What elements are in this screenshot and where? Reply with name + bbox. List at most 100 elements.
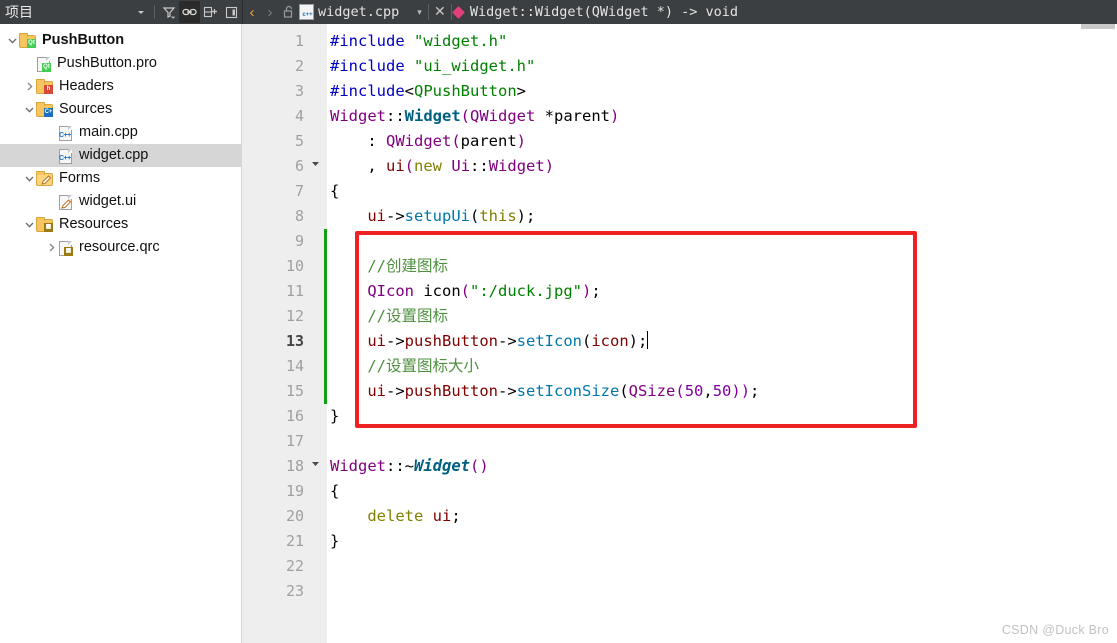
code-line[interactable]: 14 //设置图标大小 [242,354,1117,379]
nav-back-icon[interactable]: ‹ [243,0,261,24]
code-line[interactable]: 20 delete ui; [242,504,1117,529]
code-text: #include<QPushButton> [330,82,526,100]
fold-triangle-icon[interactable] [308,154,322,179]
cpp-file-icon [299,4,315,20]
tree-item-label: Headers [59,78,114,94]
chevron-down-icon[interactable] [130,1,151,23]
code-text: : QWidget(parent) [330,132,527,150]
line-number: 10 [285,257,304,275]
tree-item-pushbutton[interactable]: Qt PushButton [0,29,241,52]
code-text: delete ui; [367,507,461,525]
tree-item-resources[interactable]: ▦ Resources [0,213,241,236]
line-number: 7 [294,182,304,200]
code-text: //设置图标大小 [330,357,479,375]
code-lines[interactable]: 1 #include "widget.h" 2 #include "ui_widget… [242,24,1117,643]
filter-icon[interactable] [158,1,179,23]
file-qrc-icon: ▦ [58,240,73,256]
line-number: 6 [294,157,304,175]
line-number: 5 [294,132,304,150]
tree-item-label: Sources [59,101,113,117]
code-line[interactable]: 16} [242,404,1117,429]
expand-chevron-icon[interactable] [22,75,36,98]
code-line[interactable]: 21} [242,529,1117,554]
split-add-icon[interactable] [200,1,221,23]
code-line[interactable]: 22 [242,554,1117,579]
nav-forward-icon[interactable]: › [261,0,279,24]
collapse-chevron-icon[interactable] [22,213,36,236]
symbol-selector[interactable]: Widget::Widget(QWidget *) -> void [451,0,739,24]
code-line[interactable]: 23 [242,579,1117,604]
code-text: } [330,532,340,550]
line-number: 8 [294,207,304,225]
code-line[interactable]: 7{ [242,179,1117,204]
code-line[interactable]: 13 ui->pushButton->setIcon(icon); [242,329,1117,354]
folder-h-icon: h [36,78,53,94]
code-editor[interactable]: 1 #include "widget.h" 2 #include "ui_widget… [242,24,1117,643]
line-number: 12 [285,307,304,325]
code-text: } [330,407,340,425]
code-line[interactable]: 2 #include "ui_widget.h" [242,54,1117,79]
tree-item-main-cpp[interactable]: C++ main.cpp [0,121,241,144]
unlocked-padlock-icon[interactable] [279,0,299,24]
code-line[interactable]: 1 #include "widget.h" [242,29,1117,54]
code-text: ui->setupUi(this); [367,207,536,225]
code-line[interactable]: 9 [242,229,1117,254]
sidebar-toolbar [130,0,242,24]
function-diamond-icon [451,5,465,19]
close-tab-icon[interactable]: ✕ [429,4,451,20]
collapse-chevron-icon[interactable] [22,98,36,121]
code-line[interactable]: 17 [242,429,1117,454]
code-line[interactable]: 12 //设置图标 [242,304,1117,329]
code-line[interactable]: 6 , ui(new Ui::Widget) [242,154,1117,179]
line-number: 18 [285,457,304,475]
text-cursor [647,331,649,349]
tree-item-forms[interactable]: Forms [0,167,241,190]
line-number: 1 [294,32,304,50]
change-marker [324,229,327,254]
tab-filename: widget.cpp [318,4,400,20]
code-line[interactable]: 10 //创建图标 [242,254,1117,279]
tab-list-chevron-icon[interactable]: ▾ [417,7,422,18]
line-number: 2 [294,57,304,75]
code-line[interactable]: 18 Widget::~Widget() [242,454,1117,479]
project-tree[interactable]: Qt PushButton Qt PushButton.pro h Headers C+ So… [0,24,242,643]
file-ui-icon [58,194,73,210]
tree-item-widget-cpp[interactable]: C++ widget.cpp [0,144,241,167]
code-line[interactable]: 19 { [242,479,1117,504]
tree-item-headers[interactable]: h Headers [0,75,241,98]
change-marker [324,304,327,329]
symbol-label: Widget::Widget(QWidget *) -> void [469,4,739,20]
tree-item-widget-ui[interactable]: widget.ui [0,190,241,213]
code-line[interactable]: 8 ui->setupUi(this); [242,204,1117,229]
link-icon[interactable] [179,1,200,23]
expand-chevron-icon[interactable] [44,236,58,259]
qt-creator-window: 项目 ‹ › c++ widget.cpp ▾ ✕ Widget::Widget… [0,0,1117,643]
code-line[interactable]: 5 : QWidget(parent) [242,129,1117,154]
change-marker [324,254,327,279]
folder-qt-icon: Qt [19,32,36,48]
arrow-placeholder [44,190,58,213]
tree-item-sources[interactable]: C+ Sources [0,98,241,121]
line-number: 17 [285,432,304,450]
folder-res-icon: ▦ [36,216,53,232]
close-sidebar-icon[interactable] [221,1,242,23]
line-number: 19 [285,482,304,500]
code-line[interactable]: 3 #include<QPushButton> [242,79,1117,104]
line-number: 16 [285,407,304,425]
fold-triangle-icon[interactable] [308,454,322,479]
code-text: #include "widget.h" [330,32,508,50]
tree-item-label: main.cpp [79,124,138,140]
collapse-chevron-icon[interactable] [5,29,19,52]
line-number: 11 [285,282,304,300]
code-line[interactable]: 15 ui->pushButton->setIconSize(QSize(50,… [242,379,1117,404]
code-line[interactable]: 11 QIcon icon(":/duck.jpg"); [242,279,1117,304]
tree-item-resource-qrc[interactable]: ▦ resource.qrc [0,236,241,259]
code-line[interactable]: 4 Widget::Widget(QWidget *parent) [242,104,1117,129]
h-badge: h [44,84,53,94]
res-badge: ▦ [64,246,73,256]
tree-item-pushbutton-pro[interactable]: Qt PushButton.pro [0,52,241,75]
collapse-chevron-icon[interactable] [22,167,36,190]
line-number: 15 [285,382,304,400]
active-tab[interactable]: widget.cpp [299,0,399,24]
file-cpp-icon: C++ [58,148,73,164]
